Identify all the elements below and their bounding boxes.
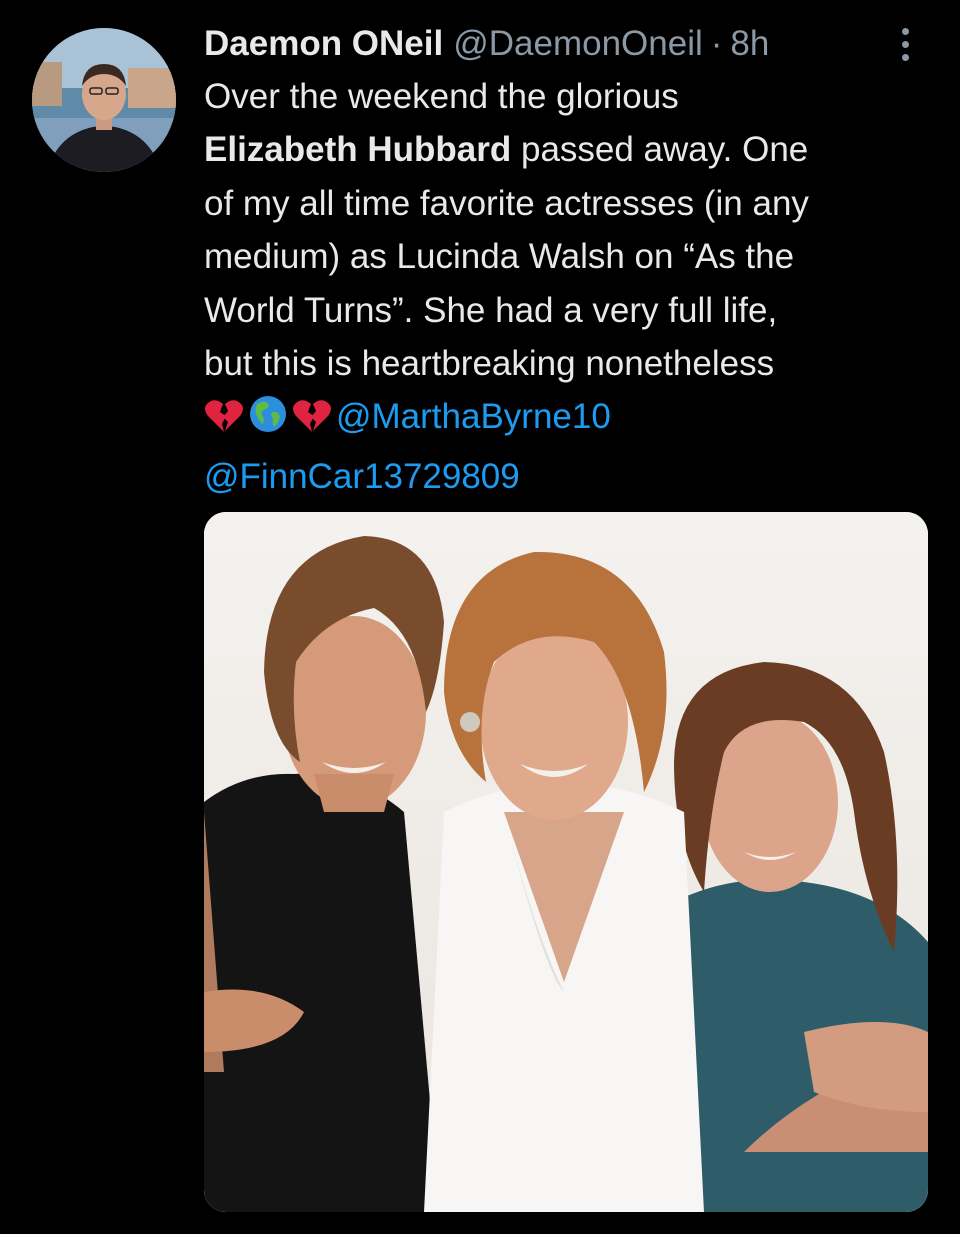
photo-of-three-women <box>204 512 928 1212</box>
tweet-text-line: medium) as Lucinda Walsh on “As the <box>204 237 795 277</box>
tweet-text-line: Elizabeth Hubbard passed away. One <box>204 123 928 176</box>
tweet-text-line: Over the weekend the glorious <box>204 77 679 116</box>
avatar-photo <box>32 28 176 172</box>
tweet-content: Daemon ONeil @DaemonOneil · 8h Over the … <box>204 20 928 503</box>
tweet[interactable]: Daemon ONeil @DaemonOneil · 8h Over the … <box>0 0 960 1234</box>
broken-heart-icon <box>204 396 244 449</box>
tweet-photo[interactable] <box>204 512 928 1212</box>
bold-name: Elizabeth Hubbard <box>204 130 512 170</box>
tweet-text-line: but this is heartbreaking nonetheless <box>204 344 775 384</box>
tweet-text-line: World Turns”. She had a very full life, <box>204 290 778 330</box>
more-vertical-icon[interactable] <box>896 28 916 62</box>
author-handle[interactable]: @DaemonOneil <box>453 20 703 68</box>
tweet-header: Daemon ONeil @DaemonOneil · 8h <box>204 20 928 68</box>
more-dot <box>902 41 909 48</box>
mention-link[interactable]: @MarthaByrne10 <box>336 397 611 436</box>
mention-link[interactable]: @FinnCar13729809 <box>204 457 520 496</box>
tweet-text-line: @FinnCar13729809 <box>204 450 928 503</box>
author-avatar[interactable] <box>32 28 176 172</box>
tweet-text-line: @MarthaByrne10 <box>204 390 928 449</box>
more-dot <box>902 28 909 35</box>
tweet-text-fragment: passed away. One <box>511 130 809 170</box>
tweet-text-line: of my all time favorite actresses (in an… <box>204 183 809 223</box>
author-display-name[interactable]: Daemon ONeil <box>204 20 443 68</box>
tweet-timestamp[interactable]: 8h <box>730 20 769 68</box>
more-dot <box>902 54 909 61</box>
header-separator: · <box>710 24 723 63</box>
globe-americas-icon <box>248 394 288 449</box>
broken-heart-icon <box>292 396 332 449</box>
tweet-text: Over the weekend the glorious Elizabeth … <box>204 70 928 503</box>
